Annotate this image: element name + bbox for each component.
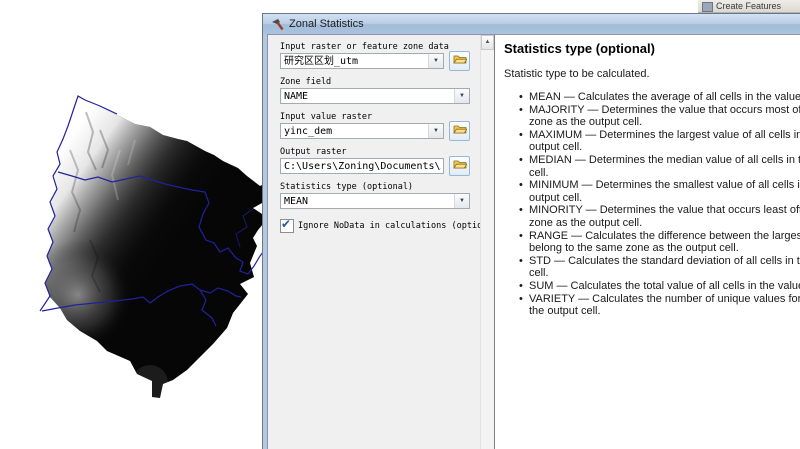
output-raster-value: C:\Users\Zoning\Documents\ArcGIS\D: [284, 161, 441, 172]
help-bullet-line: MINIMUM — Determines the smallest value …: [529, 179, 800, 192]
help-bullet-line: MAJORITY — Determines the value that occ…: [529, 103, 800, 116]
help-bullet-item: VARIETY — Calculates the number of uniqu…: [519, 293, 800, 318]
chevron-down-icon[interactable]: ▼: [428, 124, 443, 138]
ignore-nodata-label: Ignore NoData in calculations (optiona: [298, 221, 480, 231]
value-raster-value: yinc_dem: [284, 126, 333, 137]
help-bullet-item: RANGE — Calculates the difference betwee…: [519, 230, 800, 255]
field-label-zone-field: Zone field: [280, 77, 332, 87]
dialog-body: Input raster or feature zone data 研究区区划_…: [267, 34, 800, 449]
ignore-nodata-checkbox[interactable]: ✔: [280, 219, 294, 233]
help-bullet-line: belong to the same zone as the output ce…: [529, 242, 739, 255]
dialog-title: Zonal Statistics: [289, 18, 364, 30]
dem-shading: [45, 97, 270, 398]
panel-icon: [702, 2, 713, 12]
help-bullet-line: cell.: [529, 267, 549, 280]
help-bullet-line: cell.: [529, 166, 549, 179]
help-bullet-item: MEAN — Calculates the average of all cel…: [519, 91, 800, 104]
help-bullet-line: output cell.: [529, 191, 583, 204]
value-raster-browse-button[interactable]: [449, 121, 470, 141]
help-bullet-item: MAJORITY — Determines the value that occ…: [519, 104, 800, 129]
map-canvas[interactable]: [0, 0, 300, 449]
open-folder-icon: [452, 52, 468, 70]
help-bullet-line: RANGE — Calculates the difference betwee…: [529, 229, 800, 242]
scroll-up-button[interactable]: ▲: [481, 35, 494, 50]
output-raster-input[interactable]: C:\Users\Zoning\Documents\ArcGIS\D: [280, 158, 444, 174]
chevron-down-icon[interactable]: ▼: [454, 89, 469, 103]
open-folder-icon: [452, 122, 468, 140]
hammer-icon: [270, 18, 284, 31]
help-bullet-item: STD — Calculates the standard deviation …: [519, 255, 800, 280]
help-intro: Statistic type to be calculated.: [504, 68, 650, 80]
help-bullet-item: MINORITY — Determines the value that occ…: [519, 204, 800, 229]
help-bullet-line: zone as the output cell.: [529, 116, 643, 129]
panel-title: Create Features: [716, 1, 782, 11]
chevron-down-icon[interactable]: ▼: [454, 194, 469, 208]
help-bullet-line: MEAN — Calculates the average of all cel…: [529, 91, 800, 103]
zonal-statistics-dialog: Zonal Statistics Input raster or feature…: [262, 13, 800, 449]
help-bullet-item: SUM — Calculates the total value of all …: [519, 280, 800, 293]
dialog-titlebar[interactable]: Zonal Statistics: [263, 14, 800, 34]
help-bullet-line: output cell.: [529, 141, 583, 154]
background-panel-fragment: Create Features: [698, 0, 800, 13]
help-pane[interactable]: Statistics type (optional) Statistic typ…: [494, 35, 800, 449]
value-raster-combobox[interactable]: yinc_dem ▼: [280, 123, 444, 139]
form-pane-scrollbar[interactable]: ▲: [480, 35, 494, 449]
help-bullet-list: MEAN — Calculates the average of all cel…: [519, 91, 800, 318]
zone-field-combobox[interactable]: NAME ▼: [280, 88, 470, 104]
zone-data-value: 研究区区划_utm: [284, 56, 359, 67]
help-bullet-item: MINIMUM — Determines the smallest value …: [519, 179, 800, 204]
output-raster-browse-button[interactable]: [449, 156, 470, 176]
field-label-statistics-type: Statistics type (optional): [280, 182, 414, 192]
zone-data-browse-button[interactable]: [449, 51, 470, 71]
help-bullet-item: MEDIAN — Determines the median value of …: [519, 154, 800, 179]
statistics-type-value: MEAN: [284, 196, 309, 207]
open-folder-icon: [452, 157, 468, 175]
help-bullet-line: SUM — Calculates the total value of all …: [529, 279, 800, 292]
help-bullet-line: zone as the output cell.: [529, 216, 643, 229]
help-bullet-line: MAXIMUM — Determines the largest value o…: [529, 128, 800, 141]
screen: Create Features Zonal Statistics Input r…: [0, 0, 800, 449]
help-bullet-line: MINORITY — Determines the value that occ…: [529, 204, 800, 217]
help-bullet-line: the output cell.: [529, 305, 601, 318]
help-bullet-line: STD — Calculates the standard deviation …: [529, 254, 800, 267]
checkmark-icon: ✔: [281, 219, 292, 231]
help-bullet-item: MAXIMUM — Determines the largest value o…: [519, 129, 800, 154]
help-heading: Statistics type (optional): [504, 41, 655, 56]
help-bullet-line: VARIETY — Calculates the number of uniqu…: [529, 292, 800, 305]
help-bullet-line: MEDIAN — Determines the median value of …: [529, 153, 800, 166]
zone-field-value: NAME: [284, 91, 309, 102]
up-arrow-icon: ▲: [484, 39, 491, 45]
statistics-type-combobox[interactable]: MEAN ▼: [280, 193, 470, 209]
chevron-down-icon[interactable]: ▼: [428, 54, 443, 68]
zone-data-combobox[interactable]: 研究区区划_utm ▼: [280, 53, 444, 69]
tool-parameters-pane: Input raster or feature zone data 研究区区划_…: [268, 35, 480, 449]
